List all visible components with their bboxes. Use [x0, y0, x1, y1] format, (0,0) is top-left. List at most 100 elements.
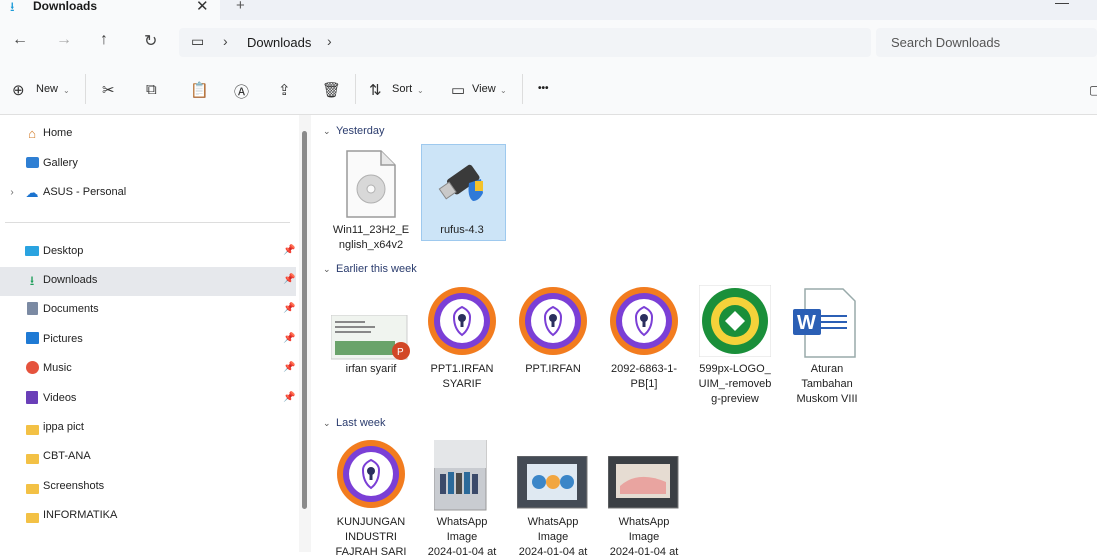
file-whatsapp-image-1[interactable]: WhatsApp Image 2024-01-04 at — [418, 438, 506, 558]
file-whatsapp-image-2[interactable]: WhatsApp Image 2024-01-04 at — [509, 438, 597, 558]
group-header-earlier-this-week[interactable]: Earlier this week — [336, 263, 417, 275]
file-whatsapp-image-3[interactable]: WhatsApp Image 2024-01-04 at — [600, 438, 688, 558]
cut-icon[interactable]: ✂ — [102, 81, 115, 99]
tab-title: Downloads — [33, 0, 98, 13]
folder-icon — [24, 508, 40, 524]
sidebar-item-label: CBT-ANA — [43, 450, 91, 462]
disc-image-icon — [346, 150, 396, 218]
svg-text:P: P — [397, 347, 404, 358]
file-name: irfan syarif — [345, 363, 397, 375]
this-pc-icon[interactable]: ▭ — [191, 33, 204, 50]
chevron-down-icon[interactable]: ⌄ — [417, 86, 424, 95]
separator — [355, 74, 356, 104]
group-header-last-week[interactable]: Last week — [336, 417, 386, 429]
gallery-icon — [24, 156, 40, 172]
up-button[interactable]: ↑ — [100, 31, 108, 49]
view-button-label[interactable]: View — [472, 83, 496, 95]
sort-icon[interactable]: ⇅ — [369, 81, 382, 99]
file-name: Win11_23H2_E nglish_x64v2 — [332, 224, 410, 251]
sidebar-item-label: Documents — [43, 303, 99, 315]
sidebar-item-pictures[interactable]: Pictures 📌 — [0, 326, 296, 355]
chevron-right-icon[interactable]: › — [223, 33, 228, 49]
more-options-button[interactable]: ••• — [538, 83, 549, 94]
sidebar-item-label: INFORMATIKA — [43, 509, 118, 521]
file-name: Aturan Tambahan Muskom VIII — [796, 363, 858, 405]
collapse-chevron-icon[interactable]: ⌄ — [323, 264, 331, 275]
sidebar-item-label: Downloads — [43, 274, 98, 286]
file-rufus[interactable]: rufus-4.3 — [418, 145, 506, 239]
sidebar-item-asus-personal[interactable]: › ☁ ASUS - Personal — [0, 179, 296, 208]
sidebar-item-ippa-pict[interactable]: ippa pict — [0, 414, 296, 443]
group-header-yesterday[interactable]: Yesterday — [336, 125, 385, 137]
scrollbar-thumb[interactable] — [302, 131, 307, 509]
sidebar-item-label: Videos — [43, 392, 77, 404]
file-kunjungan-industri[interactable]: KUNJUNGAN INDUSTRI FAJRAH SARI — [327, 438, 415, 558]
details-pane-icon[interactable]: ▢ — [1089, 83, 1097, 97]
sidebar-item-videos[interactable]: Videos 📌 — [0, 385, 296, 414]
sidebar-item-label: Pictures — [43, 333, 83, 345]
sidebar-item-home[interactable]: ⌂ Home — [0, 120, 296, 149]
photo-group-icon — [434, 440, 487, 511]
sidebar-item-cbt-ana[interactable]: CBT-ANA — [0, 443, 296, 472]
sidebar-item-informatika[interactable]: INFORMATIKA — [0, 502, 296, 531]
refresh-button[interactable]: ↻ — [144, 31, 157, 51]
new-button-label[interactable]: New — [36, 83, 58, 95]
avast-browser-icon — [337, 440, 405, 508]
svg-text:W: W — [797, 312, 816, 334]
avast-browser-icon — [610, 287, 678, 355]
sidebar-item-screenshots[interactable]: Screenshots — [0, 473, 296, 502]
sidebar-item-documents[interactable]: Documents 📌 — [0, 296, 296, 325]
file-2092-6863-1-pb[interactable]: 2092-6863-1- PB[1] — [600, 285, 688, 395]
desktop-icon — [24, 244, 40, 260]
music-icon — [24, 361, 40, 377]
new-icon[interactable]: ⊕ — [12, 81, 25, 99]
pin-icon[interactable]: 📌 — [283, 392, 295, 403]
close-tab-button[interactable]: ✕ — [196, 0, 209, 15]
paste-icon[interactable]: 📋 — [190, 81, 209, 99]
file-ppt-irfan[interactable]: PPT.IRFAN — [509, 285, 597, 385]
folder-icon — [24, 420, 40, 436]
separator — [522, 74, 523, 104]
share-icon[interactable]: ⇪ — [278, 81, 291, 99]
sidebar-item-label: ippa pict — [43, 421, 84, 433]
chevron-right-icon[interactable]: › — [4, 185, 20, 201]
breadcrumb-downloads[interactable]: Downloads — [247, 35, 311, 50]
new-tab-button[interactable]: + — [236, 0, 245, 14]
sidebar-item-label: Desktop — [43, 245, 84, 257]
file-irfan-syarif[interactable]: P irfan syarif — [327, 285, 415, 385]
minimize-button[interactable]: — — [1055, 0, 1069, 10]
file-win11-iso[interactable]: Win11_23H2_E nglish_x64v2 — [327, 145, 415, 255]
pin-icon[interactable]: 📌 — [283, 274, 295, 285]
pin-icon[interactable]: 📌 — [283, 333, 295, 344]
cloud-icon: ☁ — [25, 185, 39, 200]
chevron-down-icon[interactable]: ⌄ — [63, 86, 70, 95]
file-name: rufus-4.3 — [440, 224, 484, 236]
file-name: 2092-6863-1- PB[1] — [610, 363, 678, 390]
documents-icon — [24, 302, 40, 318]
collapse-chevron-icon[interactable]: ⌄ — [323, 418, 331, 429]
forward-button[interactable]: → — [56, 31, 72, 49]
powerpoint-thumbnail-icon: P — [331, 315, 410, 360]
pin-icon[interactable]: 📌 — [283, 362, 295, 373]
videos-icon — [24, 391, 40, 407]
chevron-down-icon[interactable]: ⌄ — [500, 86, 507, 95]
sidebar-item-gallery[interactable]: Gallery — [0, 150, 296, 179]
pin-icon[interactable]: 📌 — [283, 245, 295, 256]
file-ppt1-irfan-syarif[interactable]: PPT1.IRFAN SYARIF — [418, 285, 506, 395]
sidebar-item-desktop[interactable]: Desktop 📌 — [0, 238, 296, 267]
copy-icon[interactable]: ⧉ — [146, 81, 157, 98]
file-aturan-tambahan[interactable]: W Aturan Tambahan Muskom VIII — [783, 285, 871, 410]
file-599px-logo-uim[interactable]: 599px-LOGO_ UIM_-removeb g-preview — [691, 285, 779, 410]
file-name: KUNJUNGAN INDUSTRI FAJRAH SARI — [335, 516, 407, 558]
sidebar-item-music[interactable]: Music 📌 — [0, 355, 296, 384]
rename-icon[interactable]: Ⓐ — [234, 81, 249, 102]
chevron-right-icon[interactable]: › — [327, 33, 332, 49]
delete-icon[interactable]: 🗑 — [322, 81, 341, 99]
sidebar-item-downloads[interactable]: ⭳ Downloads 📌 — [0, 267, 296, 296]
collapse-chevron-icon[interactable]: ⌄ — [323, 126, 331, 137]
view-icon[interactable]: ▭ — [451, 81, 465, 99]
back-button[interactable]: ← — [12, 31, 28, 49]
pin-icon[interactable]: 📌 — [283, 303, 295, 314]
sort-button-label[interactable]: Sort — [392, 83, 412, 95]
sidebar-item-label: Screenshots — [43, 480, 105, 492]
